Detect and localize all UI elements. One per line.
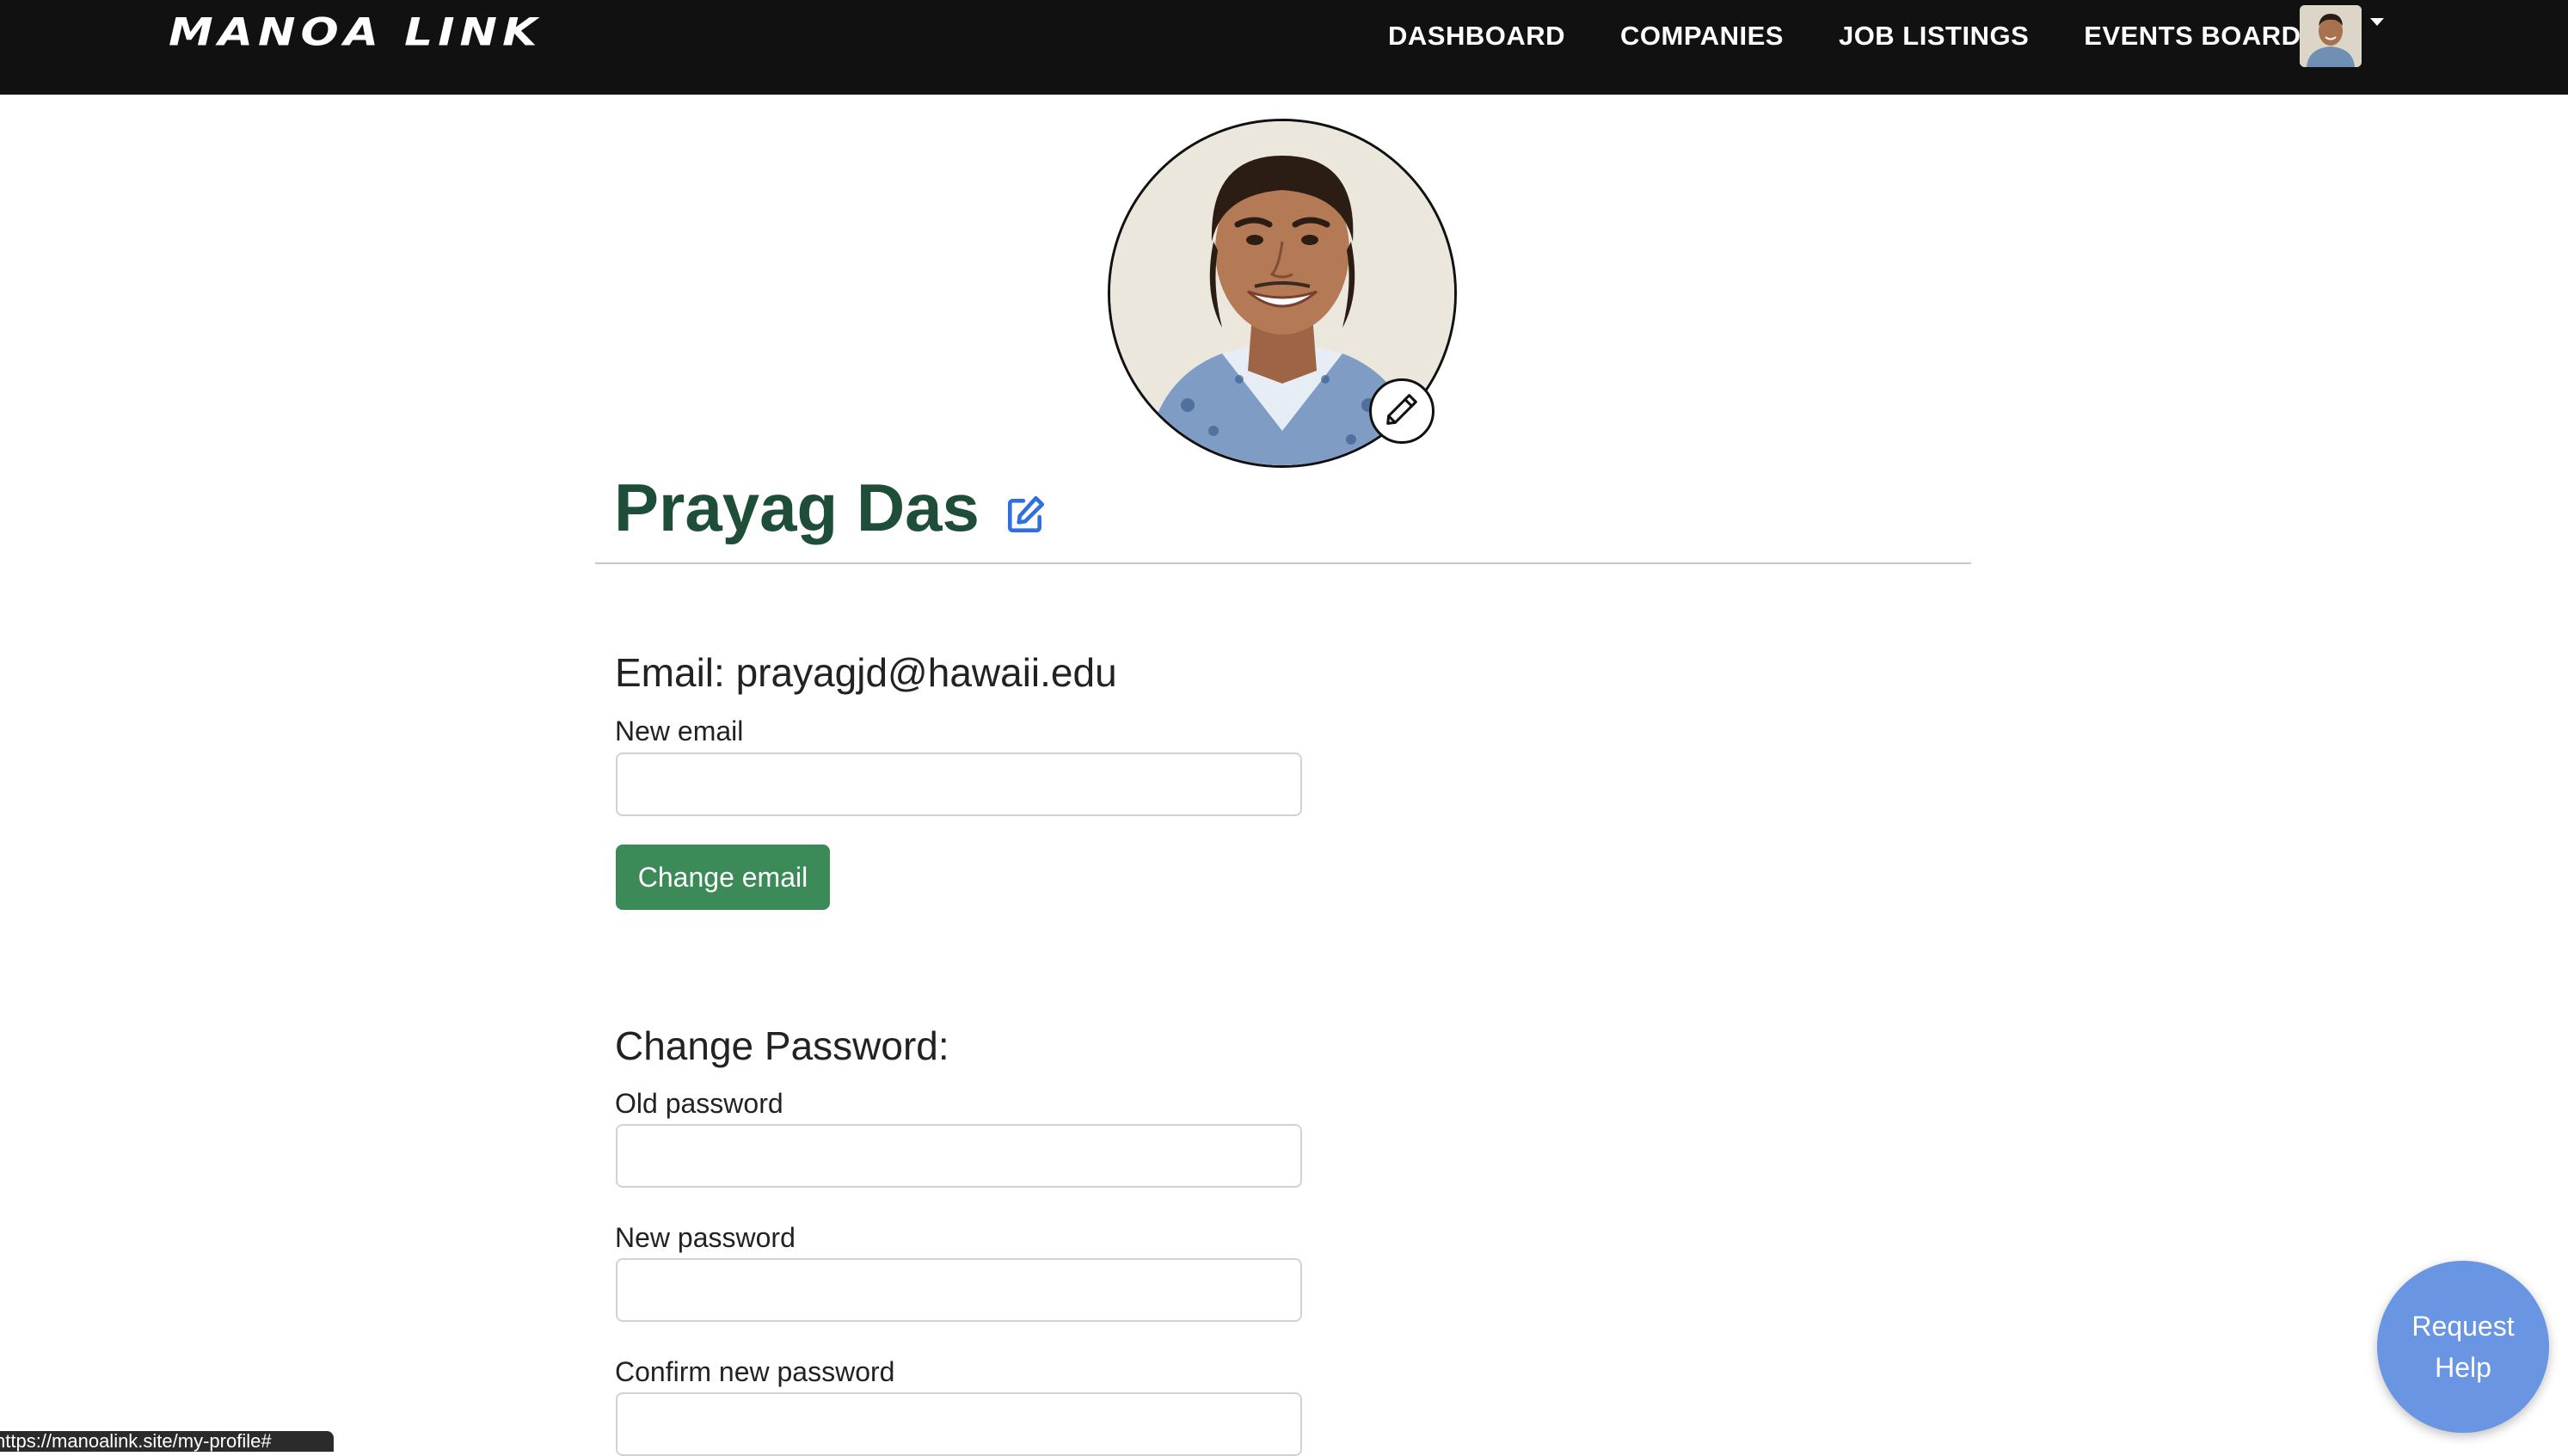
new-email-label: New email [615,716,744,746]
nav-avatar[interactable] [2300,5,2362,67]
new-password-input[interactable] [616,1258,1302,1322]
edit-photo-button[interactable] [1369,378,1435,444]
nav-links: DASHBOARD COMPANIES JOB LISTINGS EVENTS … [1388,0,2356,72]
old-password-label: Old password [615,1088,783,1119]
new-password-label: New password [615,1222,796,1253]
email-heading: Email: prayagjd@hawaii.edu [615,650,1117,695]
change-password-heading: Change Password: [615,1023,949,1068]
user-menu-toggle[interactable] [2300,5,2384,67]
nav-companies[interactable]: COMPANIES [1620,21,1784,52]
change-email-button[interactable]: Change email [616,845,830,910]
edit-name-button[interactable] [1004,494,1047,537]
top-navbar: MANOA LINK DASHBOARD COMPANIES JOB LISTI… [0,0,2568,95]
edit-icon [1004,495,1047,540]
pencil-icon [1382,390,1422,433]
profile-photo-container [1108,119,1457,468]
divider [595,562,1971,564]
chevron-down-icon [2370,17,2384,26]
old-password-input[interactable] [616,1124,1302,1188]
request-help-button[interactable]: Request Help [2377,1261,2549,1433]
help-label-line2: Help [2435,1352,2491,1383]
profile-name-row: Prayag Das [614,464,1047,550]
confirm-password-input[interactable] [616,1392,1302,1456]
status-bar-url: https://manoalink.site/my-profile# [0,1431,334,1452]
profile-name: Prayag Das [614,470,980,545]
site-logo[interactable]: MANOA LINK [169,12,542,53]
new-email-input[interactable] [616,753,1302,816]
help-label-line1: Request [2411,1311,2515,1342]
confirm-password-label: Confirm new password [615,1356,895,1387]
nav-dashboard[interactable]: DASHBOARD [1388,21,1565,52]
nav-events-board[interactable]: EVENTS BOARD [2084,21,2301,52]
nav-job-listings[interactable]: JOB LISTINGS [1839,21,2029,52]
